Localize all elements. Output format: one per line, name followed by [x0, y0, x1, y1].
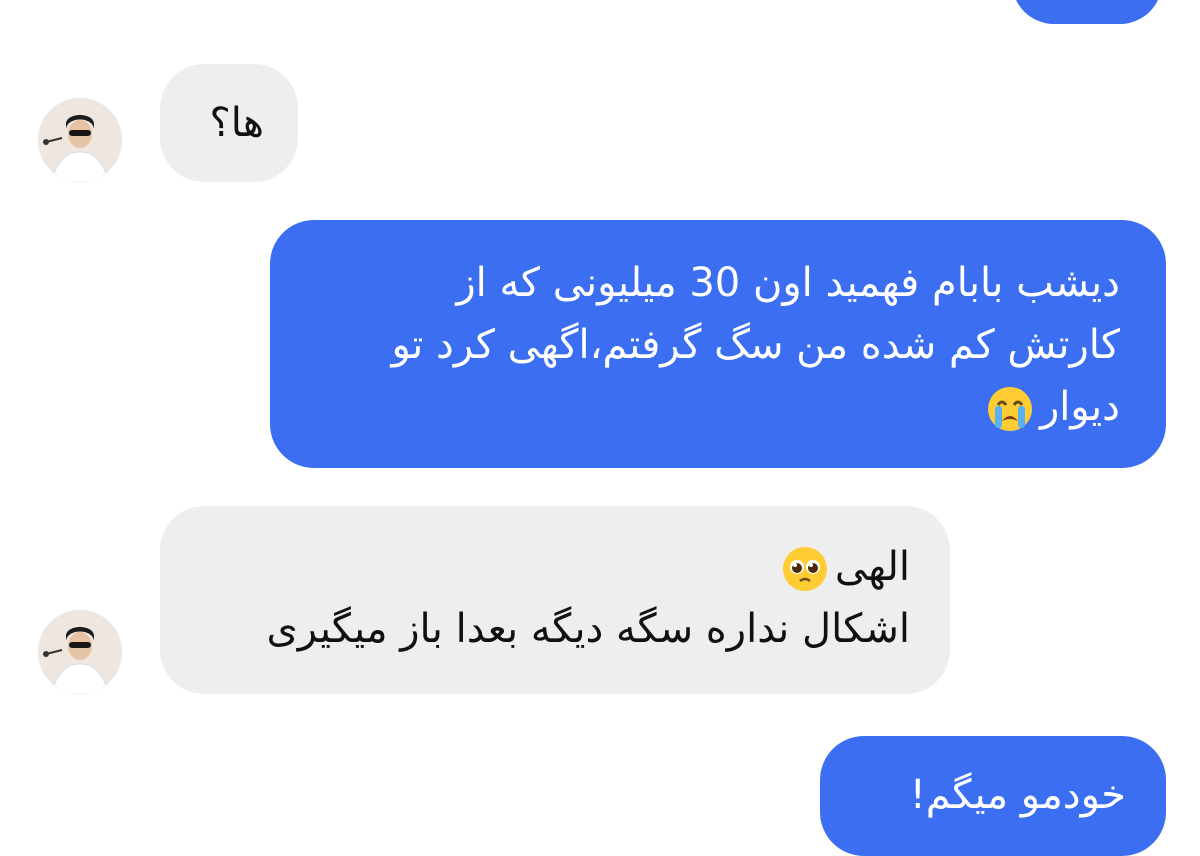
message-bubble-outgoing-cut[interactable]	[1012, 0, 1162, 24]
message-text: ها؟	[209, 100, 264, 146]
message-text: خودمو میگم!	[909, 772, 1126, 818]
message-bubble-incoming[interactable]: ها؟	[160, 64, 298, 182]
contact-avatar[interactable]	[38, 98, 122, 182]
message-text-line: کارتش کم شده من سگ گرفتم،اگهی کرد تو	[391, 322, 1121, 368]
message-bubble-outgoing[interactable]: دیشب بابام فهمید اون 30 میلیونی که از کا…	[270, 220, 1166, 468]
message-text-fragment: الهی	[834, 544, 910, 590]
contact-avatar[interactable]	[38, 610, 122, 694]
pleading-face-icon	[781, 545, 829, 593]
message-text-line: الهی	[200, 536, 910, 598]
loudly-crying-face-icon	[986, 385, 1034, 433]
message-text-line: اشکال نداره سگه دیگه بعدا باز میگیری	[266, 606, 910, 652]
message-text-line: دیشب بابام فهمید اون 30 میلیونی که از	[456, 260, 1120, 306]
message-text-fragment: دیوار	[1039, 384, 1120, 430]
message-bubble-incoming[interactable]: الهی اشکال نداره سگه دیگه بعدا باز میگیر…	[160, 506, 950, 694]
message-text-line: دیوار	[316, 376, 1120, 438]
message-bubble-outgoing-cut[interactable]: خودمو میگم!	[820, 736, 1166, 856]
